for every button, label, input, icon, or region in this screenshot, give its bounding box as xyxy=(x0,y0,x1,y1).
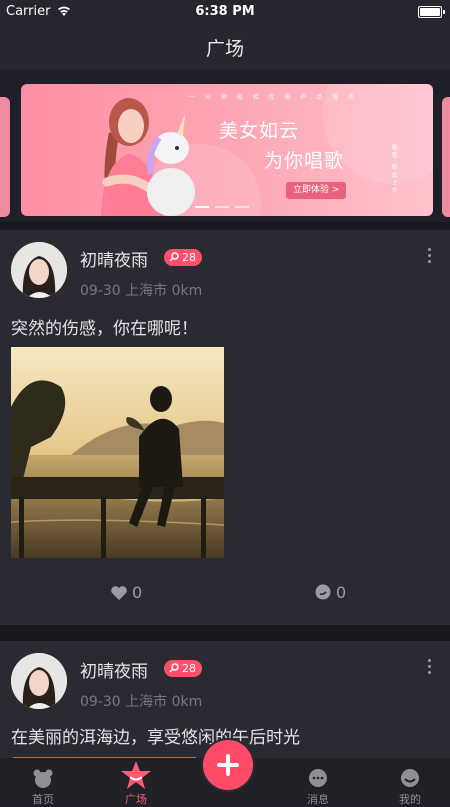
banner-carousel[interactable]: 一 分 钟 极 验 优 质 产 品 服 务 美女如云 为你唱歌 立即体验 > 看… xyxy=(0,70,450,230)
age-badge: 28 xyxy=(164,249,202,266)
nav-bar: 广场 xyxy=(0,24,450,70)
avatar-photo xyxy=(11,242,67,298)
tab-profile-label: 我的 xyxy=(399,793,421,806)
age-value: 28 xyxy=(182,662,196,675)
post-distance: 0km xyxy=(171,283,203,299)
banner-headline-1: 美女如云 xyxy=(219,120,300,142)
carousel-indicator xyxy=(195,206,249,208)
avatar[interactable] xyxy=(11,242,67,298)
post-date: 09-30 xyxy=(80,694,121,710)
chat-icon xyxy=(309,769,327,787)
banner-slide[interactable]: 一 分 钟 极 验 优 质 产 品 服 务 美女如云 为你唱歌 立即体验 > 看… xyxy=(21,84,433,216)
more-options-icon[interactable] xyxy=(428,248,434,266)
clock: 6:38 PM xyxy=(195,4,255,19)
banner-side-text: 看 看 · 新 品 上 市 xyxy=(390,144,397,194)
post-location: 上海市 xyxy=(125,694,168,710)
post-card[interactable]: 初晴夜雨 28 09-30 上海市 0km 突然的伤感，你在哪呢！ 0 0 xyxy=(0,230,450,625)
banner-tagline: 一 分 钟 极 验 优 质 产 品 服 务 xyxy=(189,94,359,101)
tab-home-label: 首页 xyxy=(32,793,54,806)
prev-banner-peek[interactable] xyxy=(0,97,10,217)
more-options-icon[interactable] xyxy=(428,659,434,677)
avatar[interactable] xyxy=(11,653,67,709)
like-button[interactable]: 0 xyxy=(110,583,142,602)
battery-icon xyxy=(418,6,445,18)
post-meta: 09-30 上海市 0km xyxy=(80,691,202,711)
comment-button[interactable]: 0 xyxy=(314,583,346,602)
tab-square-label: 广场 xyxy=(125,793,147,806)
comment-count: 0 xyxy=(336,583,347,602)
comment-icon xyxy=(315,584,331,600)
divider xyxy=(0,625,450,641)
post-meta: 09-30 上海市 0km xyxy=(80,280,202,300)
divider xyxy=(0,222,450,230)
gender-icon xyxy=(169,663,179,673)
status-bar: Carrier 6:38 PM xyxy=(0,0,450,24)
post-image[interactable] xyxy=(11,347,224,558)
bear-icon xyxy=(33,769,53,788)
gender-icon xyxy=(169,252,179,262)
age-badge: 28 xyxy=(164,660,202,677)
like-count: 0 xyxy=(132,583,143,602)
profile-icon xyxy=(401,769,419,787)
heart-icon xyxy=(111,586,127,600)
post-distance: 0km xyxy=(171,694,203,710)
post-content: 在美丽的洱海边，享受悠闲的午后时光 xyxy=(11,728,300,748)
banner-unicorn-image xyxy=(147,114,195,216)
post-date: 09-30 xyxy=(80,283,121,299)
post-photo xyxy=(11,347,224,558)
page-title: 广场 xyxy=(205,38,244,60)
next-banner-peek[interactable] xyxy=(442,97,450,217)
create-post-button[interactable] xyxy=(203,740,253,790)
post-location: 上海市 xyxy=(125,283,168,299)
banner-cta-button[interactable]: 立即体验 > xyxy=(286,182,347,199)
tab-messages-label: 消息 xyxy=(307,793,329,806)
age-value: 28 xyxy=(182,251,196,264)
username[interactable]: 初晴夜雨 xyxy=(80,246,148,271)
post-content: 突然的伤感，你在哪呢！ xyxy=(11,319,198,339)
star-icon xyxy=(121,761,151,789)
username[interactable]: 初晴夜雨 xyxy=(80,657,148,682)
avatar-photo xyxy=(11,653,67,709)
banner-headline-2: 为你唱歌 xyxy=(264,150,345,172)
